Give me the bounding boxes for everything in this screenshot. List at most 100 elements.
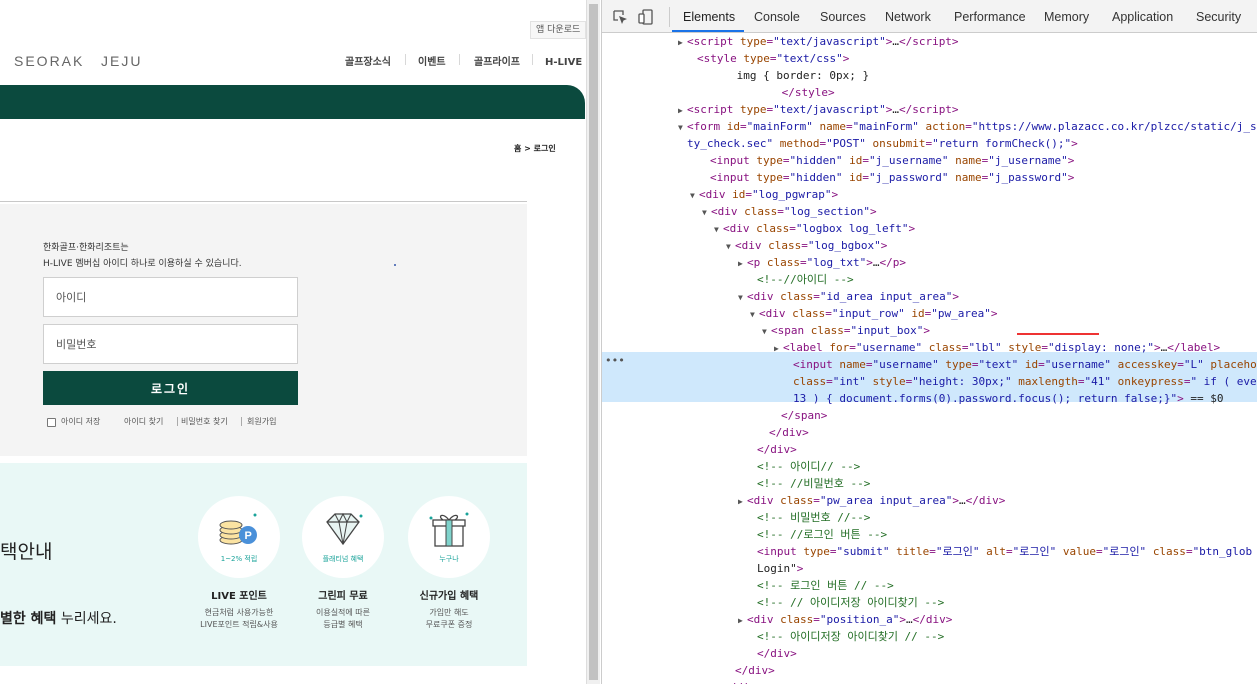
panel-splitter-scrollbar[interactable]	[586, 0, 600, 684]
expand-toggle-icon[interactable]: ▼	[690, 187, 699, 204]
dom-node-line[interactable]: </style>	[602, 84, 1257, 101]
dom-node-line[interactable]: ▼ <form id="mainForm" name="mainForm" act…	[602, 118, 1257, 135]
gnb-golf-life[interactable]: 골프라이프	[474, 53, 520, 68]
dom-node-line[interactable]: <input type="submit" title="로그인" alt="로그…	[602, 543, 1257, 560]
dom-node-line[interactable]: ▶ <script type="text/javascript">…</scrip…	[602, 101, 1257, 118]
expand-toggle-icon[interactable]: ▼	[714, 221, 723, 238]
gnb-golf-news[interactable]: 골프장소식	[345, 53, 391, 68]
dom-node-line[interactable]: ▼ <div class="id_area input_area">	[602, 288, 1257, 305]
benefit-desc-line2: LIVE포인트 적립&사용	[200, 620, 278, 629]
benefit-icon-circle: 플래티넘 혜택	[302, 496, 384, 578]
benefit-subtitle-rest: 누리세요.	[56, 611, 117, 627]
dom-node-line[interactable]: </div>	[602, 662, 1257, 679]
dom-node-line[interactable]: </span>	[602, 407, 1257, 424]
expand-toggle-icon[interactable]: ▼	[750, 306, 759, 323]
dom-node-line[interactable]: ▶ <label for="username" class="lbl" style…	[602, 339, 1257, 356]
password-input[interactable]	[43, 324, 298, 364]
dom-node-line[interactable]: <style type="text/css">	[602, 50, 1257, 67]
stray-dot	[394, 264, 396, 266]
tab-application[interactable]: Application	[1112, 10, 1173, 24]
dom-node-line[interactable]: ▼ <div class="log_bgbox">	[602, 237, 1257, 254]
dom-node-line[interactable]: <!-- 로그인 버튼 // -->	[602, 577, 1257, 594]
dom-node-line[interactable]: <!-- //비밀번호 -->	[602, 475, 1257, 492]
tab-network[interactable]: Network	[885, 10, 931, 24]
find-password-link[interactable]: 비밀번호 찾기	[181, 416, 228, 427]
benefit-caption: 1~2% 적립	[220, 555, 258, 563]
device-toolbar-icon[interactable]	[638, 9, 654, 25]
dom-node-line[interactable]: <!-- 비밀번호 //-->	[602, 509, 1257, 526]
login-button[interactable]: 로그인	[43, 371, 298, 405]
dom-node-line[interactable]: <input type="hidden" id="j_password" nam…	[602, 169, 1257, 186]
login-intro-line1: 한화골프·한화리조트는	[43, 243, 129, 253]
benefit-new-member: 누구나 신규가입 혜택 가입만 해도 무료쿠폰 증정	[399, 496, 499, 631]
dom-node-line[interactable]: </div>	[602, 441, 1257, 458]
scrollbar-thumb[interactable]	[589, 4, 598, 680]
nav-seorak[interactable]: SEORAK	[14, 53, 84, 69]
tab-sources[interactable]: Sources	[820, 10, 866, 24]
dom-node-line[interactable]: </div>	[602, 424, 1257, 441]
dom-node-line[interactable]: </div>	[602, 645, 1257, 662]
save-id-checkbox[interactable]	[47, 418, 56, 427]
dom-node-line[interactable]: <!-- 아이디저장 아이디찾기 // -->	[602, 628, 1257, 645]
dom-node-line[interactable]: class="int" style="height: 30px;" maxlen…	[602, 373, 1257, 390]
tab-console[interactable]: Console	[754, 10, 800, 24]
dom-node-line[interactable]: ▶ <p class="log_txt">…</p>	[602, 254, 1257, 271]
tab-memory[interactable]: Memory	[1044, 10, 1089, 24]
save-id-label[interactable]: 아이디 저장	[61, 416, 100, 427]
dom-node-line[interactable]: ▼ <span class="input_box">	[602, 322, 1257, 339]
util-divider	[177, 417, 178, 426]
benefit-subtitle: 별한 혜택 누리세요.	[0, 608, 117, 628]
elements-dom-tree[interactable]: ••• ▶ <script type="text/javascript">…</s…	[602, 33, 1257, 684]
nav-jeju[interactable]: JEJU	[101, 53, 142, 69]
dom-node-line[interactable]: </div>	[602, 679, 1257, 684]
dom-node-line[interactable]: <!-- 아이디// -->	[602, 458, 1257, 475]
gnb-hlive[interactable]: H-LIVE 멤	[545, 53, 586, 68]
dom-node-line[interactable]: ▶ <div class="position_a">…</div>	[602, 611, 1257, 628]
expand-toggle-icon[interactable]: ▼	[678, 119, 687, 136]
expand-toggle-icon[interactable]: ▶	[738, 255, 747, 272]
dom-node-line[interactable]: <input type="hidden" id="j_username" nam…	[602, 152, 1257, 169]
benefit-item-desc: 현금처럼 사용가능한 LIVE포인트 적립&사용	[189, 607, 289, 631]
expand-toggle-icon[interactable]: ▼	[762, 323, 771, 340]
dom-node-line[interactable]: ▼ <div id="log_pgwrap">	[602, 186, 1257, 203]
dom-node-line[interactable]: <!--//아이디 -->	[602, 271, 1257, 288]
benefit-item-desc: 이용실적에 따른 등급별 혜택	[293, 607, 393, 631]
benefit-item-title: LIVE 포인트	[211, 591, 267, 602]
dom-node-line[interactable]: ▼ <div class="input_row" id="pw_area">	[602, 305, 1257, 322]
dom-node-line[interactable]: <input name="username" type="text" id="u…	[602, 356, 1257, 373]
dom-node-line[interactable]: ty_check.sec" method="POST" onsubmit="re…	[602, 135, 1257, 152]
expand-toggle-icon[interactable]: ▶	[774, 340, 783, 357]
join-link[interactable]: 회원가입	[247, 416, 276, 427]
dom-node-line[interactable]: 13 ) { document.forms(0).password.focus(…	[602, 390, 1257, 407]
dom-node-line[interactable]: <!-- // 아이디저장 아이디찾기 -->	[602, 594, 1257, 611]
dom-node-line[interactable]: img { border: 0px; }	[602, 67, 1257, 84]
gnb-event[interactable]: 이벤트	[418, 53, 446, 68]
dom-node-line[interactable]: ▶ <div class="pw_area input_area">…</div>	[602, 492, 1257, 509]
dom-node-line[interactable]: ▼ <div class="logbox log_left">	[602, 220, 1257, 237]
tab-performance[interactable]: Performance	[954, 10, 1026, 24]
expand-toggle-icon[interactable]: ▼	[726, 238, 735, 255]
username-input[interactable]	[43, 277, 298, 317]
dom-node-line[interactable]: Login">	[602, 560, 1257, 577]
divider	[0, 201, 527, 202]
expand-toggle-icon[interactable]: ▶	[678, 34, 687, 51]
svg-text:P: P	[245, 530, 252, 542]
benefit-desc-line2: 무료쿠폰 증정	[425, 620, 473, 629]
dom-node-line[interactable]: ▼ <div class="log_section">	[602, 203, 1257, 220]
expand-toggle-icon[interactable]: ▼	[702, 204, 711, 221]
dom-node-line[interactable]: ▶ <script type="text/javascript">…</scrip…	[602, 33, 1257, 50]
gnb-divider	[405, 54, 406, 65]
expand-toggle-icon[interactable]: ▶	[738, 493, 747, 510]
app-download-button[interactable]: 앱 다운로드	[530, 21, 586, 39]
benefit-live-point: P 1~2% 적립 LIVE 포인트 현금처럼 사용가능한 LIVE포인트 적립…	[189, 496, 289, 631]
find-id-link[interactable]: 아이디 찾기	[124, 416, 163, 427]
inspect-element-icon[interactable]	[612, 9, 628, 25]
tab-elements[interactable]: Elements	[683, 10, 735, 24]
coins-icon: P	[219, 513, 257, 545]
expand-toggle-icon[interactable]: ▼	[738, 289, 747, 306]
expand-toggle-icon[interactable]: ▶	[738, 612, 747, 629]
dom-node-line[interactable]: <!-- //로그인 버튼 -->	[602, 526, 1257, 543]
benefit-caption: 플래티넘 혜택	[322, 555, 364, 563]
tab-security[interactable]: Security	[1196, 10, 1241, 24]
expand-toggle-icon[interactable]: ▶	[678, 102, 687, 119]
